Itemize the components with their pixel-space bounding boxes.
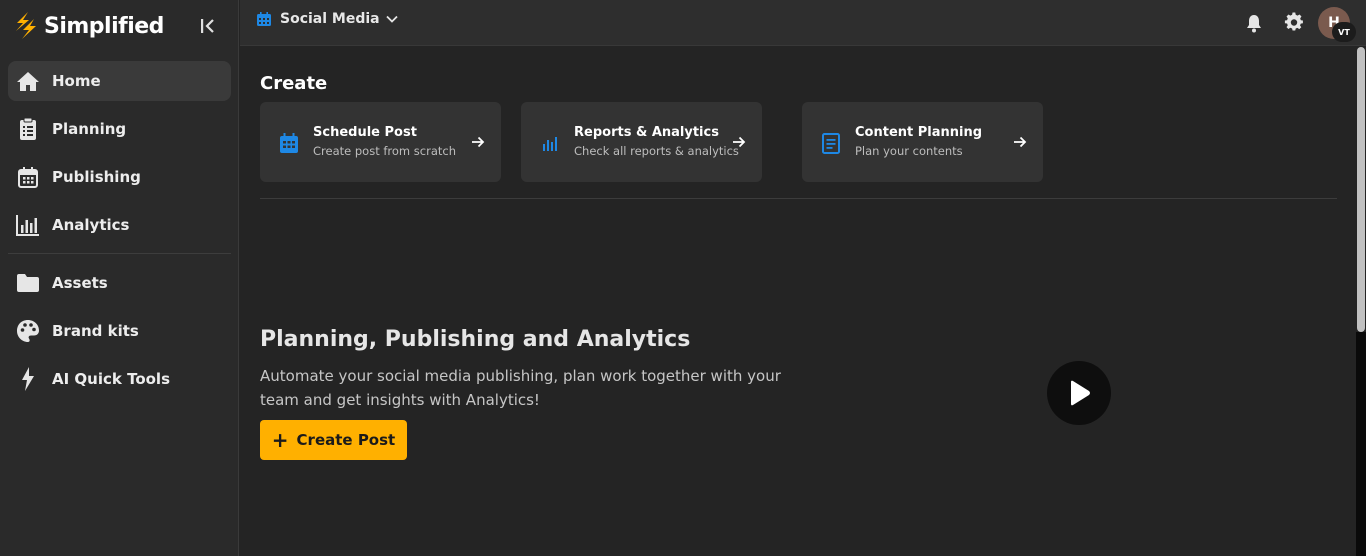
play-icon <box>1071 380 1090 406</box>
brand-name: Simplified <box>44 13 164 39</box>
folder-icon <box>16 271 40 295</box>
avatar-badge: VT <box>1332 22 1356 42</box>
scrollbar-track <box>1356 332 1366 556</box>
calendar-icon <box>16 165 40 189</box>
card-subtitle: Create post from scratch <box>313 144 456 158</box>
bell-icon[interactable] <box>1245 13 1263 33</box>
sidebar-item-label: Brand kits <box>52 322 139 340</box>
content-planning-card[interactable]: Content Planning Plan your contents <box>802 102 1043 182</box>
plus-icon: + <box>271 428 289 452</box>
arrow-right-icon <box>1014 136 1027 148</box>
workspace-selector[interactable]: Social Media <box>256 11 398 27</box>
sidebar-item-assets[interactable]: Assets <box>8 263 231 303</box>
brand[interactable]: Simplified <box>14 10 164 42</box>
calendar-icon <box>280 133 298 153</box>
workspace-name: Social Media <box>280 11 380 27</box>
sidebar-item-label: Publishing <box>52 168 141 186</box>
collapse-sidebar-icon[interactable] <box>198 16 218 36</box>
card-title: Content Planning <box>855 125 983 140</box>
card-title: Reports & Analytics <box>574 125 719 140</box>
bar-chart-icon <box>543 137 557 151</box>
schedule-post-card[interactable]: Schedule Post Create post from scratch <box>260 102 501 182</box>
scrollbar[interactable] <box>1356 47 1366 556</box>
hero-description: Automate your social media publishing, p… <box>260 367 781 409</box>
reports-analytics-card[interactable]: Reports & Analytics Check all reports & … <box>521 102 762 182</box>
sidebar-divider <box>8 253 231 254</box>
bar-chart-icon <box>16 213 40 237</box>
home-icon <box>16 69 40 93</box>
sidebar-nav: Home Planning Publishing Analytics Asset… <box>8 61 231 407</box>
document-icon <box>822 133 840 154</box>
arrow-right-icon <box>733 136 746 148</box>
sidebar-item-label: Home <box>52 72 101 90</box>
card-title: Schedule Post <box>313 125 417 140</box>
sidebar: Simplified Home Planning Publishing Anal… <box>0 0 239 556</box>
clipboard-icon <box>16 117 40 141</box>
sidebar-item-label: Assets <box>52 274 108 292</box>
sidebar-item-planning[interactable]: Planning <box>8 109 231 149</box>
scrollbar-thumb[interactable] <box>1357 47 1365 332</box>
sidebar-item-analytics[interactable]: Analytics <box>8 205 231 245</box>
card-subtitle: Check all reports & analytics <box>574 144 739 158</box>
create-post-label: Create Post <box>296 431 396 449</box>
sidebar-item-ai-quick-tools[interactable]: AI Quick Tools <box>8 359 231 399</box>
sidebar-item-label: AI Quick Tools <box>52 370 170 388</box>
top-bar: Social Media H VT <box>240 0 1366 46</box>
chevron-down-icon <box>385 15 398 23</box>
hero-title: Planning, Publishing and Analytics <box>260 327 691 352</box>
main-content: Create Schedule Post Create post from sc… <box>240 47 1356 556</box>
create-section-title: Create <box>260 73 328 94</box>
sidebar-item-publishing[interactable]: Publishing <box>8 157 231 197</box>
play-video-button[interactable] <box>1047 361 1111 425</box>
sidebar-item-label: Analytics <box>52 216 130 234</box>
card-subtitle: Plan your contents <box>855 144 963 158</box>
palette-icon <box>16 319 40 343</box>
sidebar-item-brand-kits[interactable]: Brand kits <box>8 311 231 351</box>
gear-icon[interactable] <box>1284 12 1304 32</box>
sidebar-item-home[interactable]: Home <box>8 61 231 101</box>
sidebar-item-label: Planning <box>52 120 127 138</box>
create-post-button[interactable]: + Create Post <box>260 420 407 460</box>
simplified-logo-icon <box>16 12 36 39</box>
lightning-icon <box>16 367 40 391</box>
calendar-icon <box>257 12 271 26</box>
section-divider <box>260 198 1337 199</box>
arrow-right-icon <box>472 136 485 148</box>
